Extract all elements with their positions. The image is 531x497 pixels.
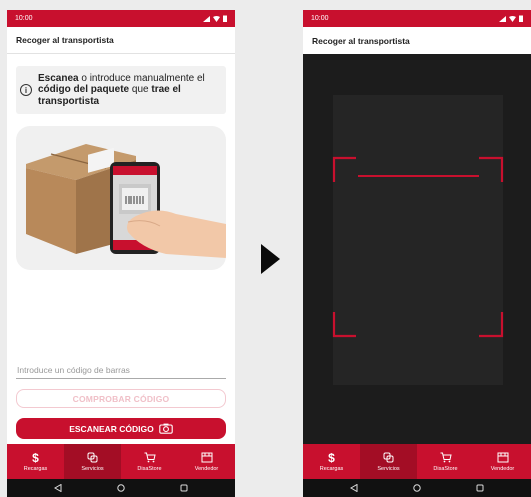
phone-screen-collect: 10:00 Recoger al transportista i Escanea… [7,10,235,497]
page-title: Recoger al transportista [16,35,114,45]
status-icons [203,15,227,22]
back-icon[interactable] [350,484,358,492]
bottom-navigation: $ Recargas Servicios DisaStore Vendedor [7,444,235,479]
instruction-text: Escanea o introduce manualmente el códig… [38,72,205,107]
back-icon[interactable] [54,484,62,492]
flow-arrow [261,244,280,274]
battery-icon [519,15,523,22]
nav-item-recargas[interactable]: $ Recargas [7,444,64,479]
nav-item-recargas[interactable]: $ Recargas [303,444,360,479]
nav-item-servicios[interactable]: Servicios [360,444,417,479]
check-code-button[interactable]: COMPROBAR CÓDIGO [16,389,226,408]
scan-frame [332,156,504,338]
status-time: 10:00 [311,15,329,22]
cart-icon [144,452,156,463]
frame-corner-top-right [479,156,504,182]
home-icon[interactable] [413,484,421,492]
services-icon [87,452,98,463]
store-icon [201,452,212,463]
recents-icon[interactable] [476,484,484,492]
wifi-icon [213,15,220,22]
nav-item-vendedor[interactable]: Vendedor [474,444,531,479]
dollar-icon: $ [32,450,39,465]
store-icon [497,452,508,463]
recents-icon[interactable] [180,484,188,492]
frame-corner-bottom-left [332,312,356,338]
nav-item-servicios[interactable]: Servicios [64,444,121,479]
app-bar: Recoger al transportista [303,27,531,54]
scan-illustration [16,126,226,270]
info-icon: i [20,84,32,96]
nav-item-disastore[interactable]: DisaStore [417,444,474,479]
services-icon [383,452,394,463]
home-icon[interactable] [117,484,125,492]
app-bar: Recoger al transportista [7,27,235,54]
frame-corner-top-left [332,156,356,182]
signal-icon [499,15,506,22]
system-navigation-bar [7,479,235,497]
scan-code-button[interactable]: ESCANEAR CÓDIGO [16,418,226,439]
status-bar: 10:00 [303,10,531,27]
dollar-icon: $ [328,450,335,465]
camera-icon [159,423,173,434]
camera-viewfinder [303,54,531,444]
nav-item-disastore[interactable]: DisaStore [121,444,178,479]
system-navigation-bar [303,479,531,497]
battery-icon [223,15,227,22]
nav-item-vendedor[interactable]: Vendedor [178,444,235,479]
status-time: 10:00 [15,15,33,22]
cart-icon [440,452,452,463]
instruction-box: i Escanea o introduce manualmente el cód… [16,66,226,114]
phone-screen-scanner: 10:00 Recoger al transportista $ Recarga… [303,10,531,497]
page-title: Recoger al transportista [312,35,410,46]
barcode-input[interactable] [16,361,226,379]
wifi-icon [509,15,516,22]
status-bar: 10:00 [7,10,235,27]
status-icons [499,15,523,22]
package-scan-illustration [26,144,226,258]
frame-corner-bottom-right [479,312,504,338]
signal-icon [203,15,210,22]
bottom-navigation: $ Recargas Servicios DisaStore Vendedor [303,444,531,479]
